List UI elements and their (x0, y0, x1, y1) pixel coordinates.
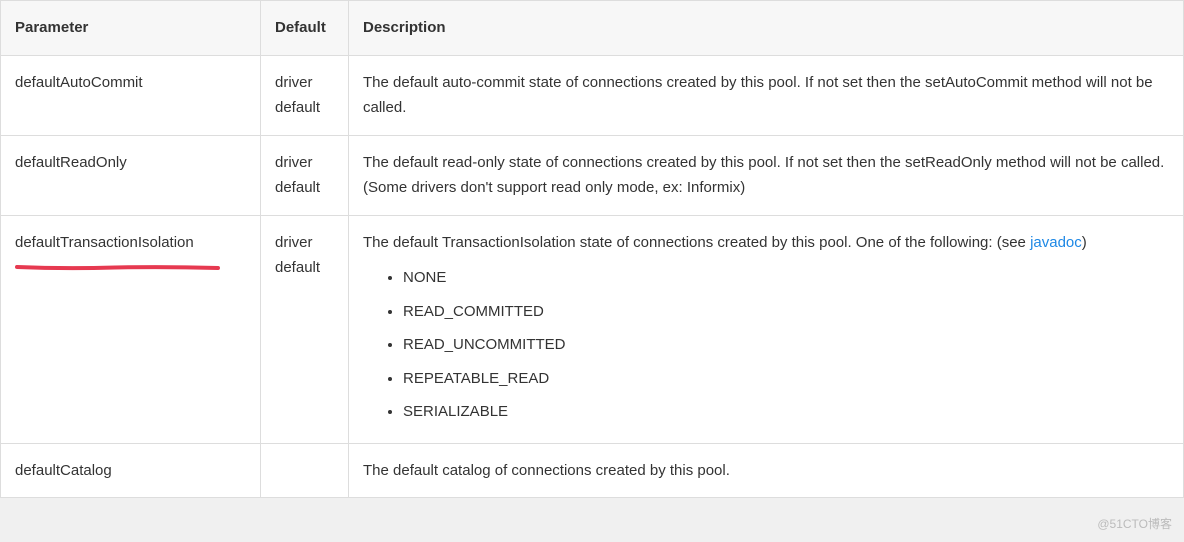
table-header-row: Parameter Default Description (1, 1, 1184, 56)
header-default: Default (261, 1, 349, 56)
cell-description: The default read-only state of connectio… (349, 135, 1184, 215)
cell-parameter: defaultCatalog (1, 443, 261, 498)
list-item: REPEATABLE_READ (403, 362, 1169, 396)
javadoc-link[interactable]: javadoc (1030, 234, 1082, 251)
table-row: defaultReadOnly driver default The defau… (1, 135, 1184, 215)
cell-parameter: defaultAutoCommit (1, 55, 261, 135)
isolation-list: NONE READ_COMMITTED READ_UNCOMMITTED REP… (363, 261, 1169, 429)
table-row: defaultCatalog The default catalog of co… (1, 443, 1184, 498)
description-suffix: ) (1082, 234, 1087, 251)
parameter-text: defaultTransactionIsolation (15, 234, 194, 251)
cell-description: The default catalog of connections creat… (349, 443, 1184, 498)
cell-default: driver default (261, 55, 349, 135)
underline-annotation-icon (15, 254, 220, 260)
watermark: @51CTO博客 (1097, 515, 1172, 532)
cell-parameter: defaultReadOnly (1, 135, 261, 215)
cell-description: The default TransactionIsolation state o… (349, 215, 1184, 443)
header-description: Description (349, 1, 1184, 56)
list-item: NONE (403, 261, 1169, 295)
cell-default (261, 443, 349, 498)
cell-default: driver default (261, 135, 349, 215)
cell-default: driver default (261, 215, 349, 443)
table-container: Parameter Default Description defaultAut… (0, 0, 1184, 498)
list-item: READ_COMMITTED (403, 295, 1169, 329)
cell-description: The default auto-commit state of connect… (349, 55, 1184, 135)
cell-parameter: defaultTransactionIsolation (1, 215, 261, 443)
description-prefix: The default TransactionIsolation state o… (363, 234, 1030, 251)
parameters-table: Parameter Default Description defaultAut… (0, 0, 1184, 498)
list-item: SERIALIZABLE (403, 395, 1169, 429)
header-parameter: Parameter (1, 1, 261, 56)
list-item: READ_UNCOMMITTED (403, 328, 1169, 362)
table-row: defaultTransactionIsolation driver defau… (1, 215, 1184, 443)
table-row: defaultAutoCommit driver default The def… (1, 55, 1184, 135)
